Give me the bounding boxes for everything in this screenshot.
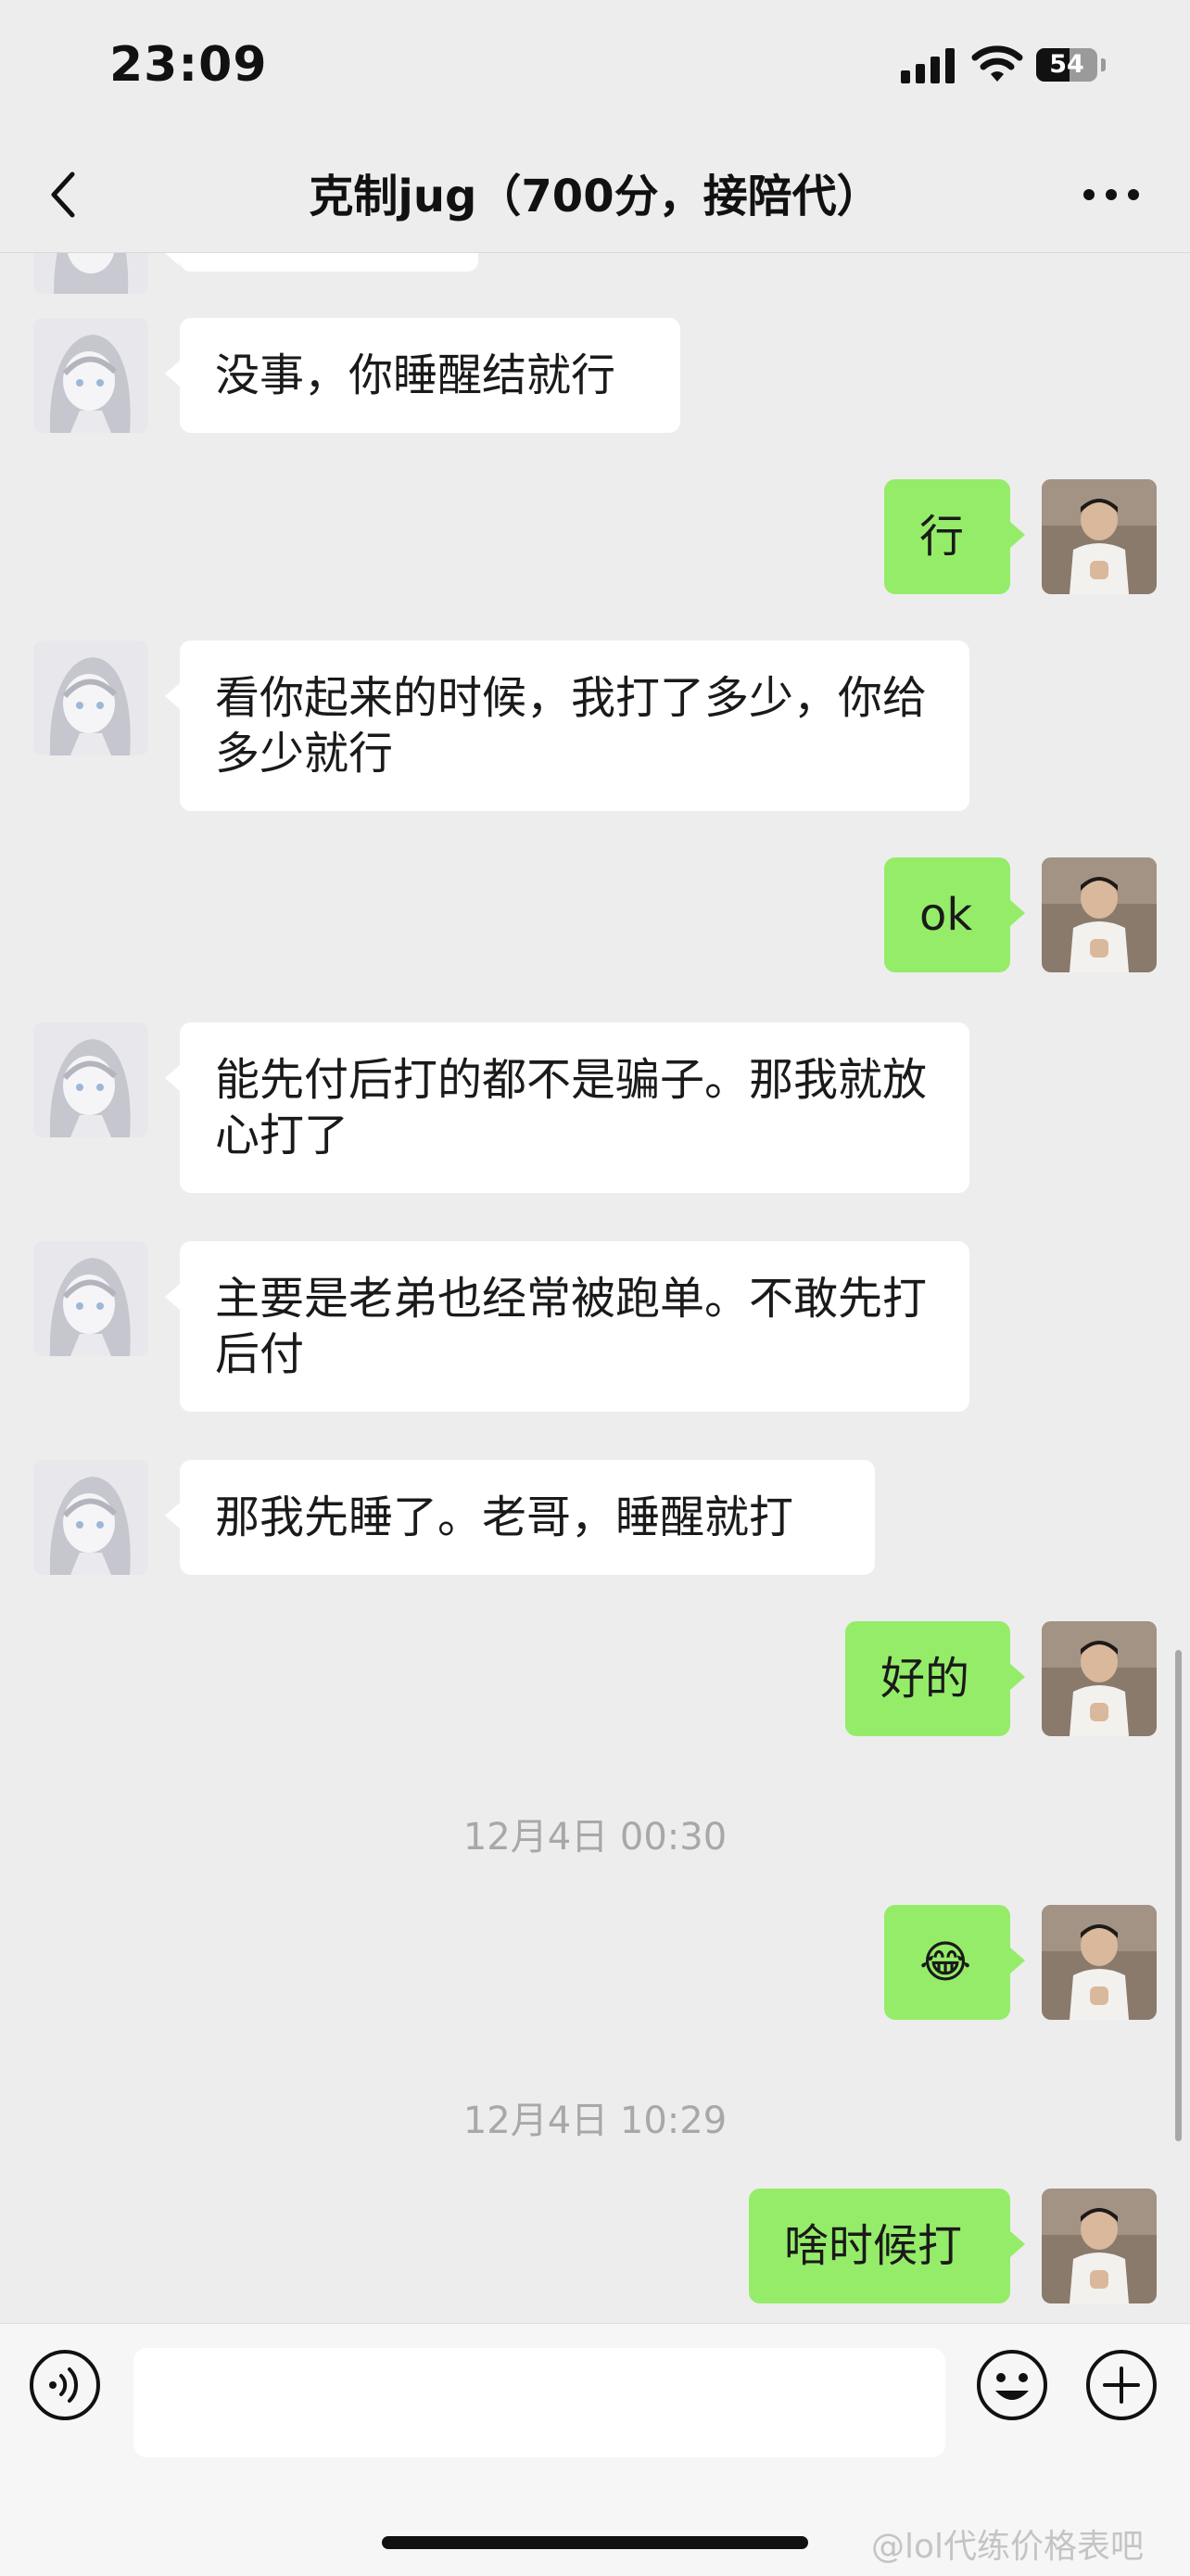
wifi-icon xyxy=(971,45,1023,82)
back-icon[interactable] xyxy=(37,167,93,222)
contact-avatar[interactable] xyxy=(33,641,148,755)
message-text: 没事，你睡醒结就行 xyxy=(215,349,616,401)
user-avatar[interactable] xyxy=(1042,1621,1157,1736)
message-bubble-incoming[interactable] xyxy=(165,253,478,272)
battery-percentage: 54 xyxy=(1049,50,1084,79)
message-text: 看你起来的时候，我打了多少，你给多少就行 xyxy=(215,672,928,780)
message-bubble-incoming[interactable]: 主要是老弟也经常被跑单。不敢先打后付 xyxy=(165,1241,969,1412)
message-text: ok xyxy=(919,889,973,941)
voice-icon[interactable] xyxy=(28,2348,102,2422)
user-avatar[interactable] xyxy=(1042,2189,1157,2303)
contact-avatar[interactable] xyxy=(33,253,148,294)
contact-avatar[interactable] xyxy=(33,1460,148,1575)
message-list[interactable]: 没事，你睡醒结就行 行 看你起来的时候，我打了多少，你给多少就行 ok 能先付后… xyxy=(0,253,1190,2323)
battery-cap xyxy=(1101,58,1106,71)
message-bubble-incoming[interactable]: 没事，你睡醒结就行 xyxy=(165,318,680,433)
message-text: 那我先睡了。老哥，睡醒就打 xyxy=(215,1491,794,1543)
message-text: 主要是老弟也经常被跑单。不敢先打后付 xyxy=(215,1273,928,1380)
contact-avatar[interactable] xyxy=(33,318,148,433)
contact-avatar[interactable] xyxy=(33,1022,148,1137)
message-bubble-incoming[interactable]: 那我先睡了。老哥，睡醒就打 xyxy=(165,1460,875,1575)
message-bubble-outgoing[interactable]: ok xyxy=(884,857,1025,972)
user-avatar[interactable] xyxy=(1042,857,1157,972)
battery-icon: 54 xyxy=(1036,48,1097,82)
message-bubble-outgoing[interactable]: 行 xyxy=(884,479,1025,594)
message-timestamp: 12月4日 00:30 xyxy=(462,1816,728,1859)
message-text: 😂 xyxy=(919,1936,972,1988)
message-bubble-outgoing[interactable]: 啥时候打 xyxy=(749,2189,1025,2303)
message-bubble-outgoing[interactable]: 😂 xyxy=(884,1905,1025,2020)
message-timestamp: 12月4日 10:29 xyxy=(462,2100,728,2142)
status-time: 23:09 xyxy=(109,37,268,93)
user-avatar[interactable] xyxy=(1042,1905,1157,2020)
message-text: 好的 xyxy=(880,1653,970,1705)
message-text: 啥时候打 xyxy=(784,2220,963,2272)
watermark: @lol代练价格表吧 xyxy=(871,2528,1145,2566)
chat-header: 克制jug（700分，接陪代） xyxy=(0,139,1190,253)
user-avatar[interactable] xyxy=(1042,479,1157,594)
contact-avatar[interactable] xyxy=(33,1241,148,1356)
message-bubble-incoming[interactable]: 看你起来的时候，我打了多少，你给多少就行 xyxy=(165,641,969,811)
message-text: 行 xyxy=(919,511,965,563)
message-bubble-incoming[interactable]: 能先付后打的都不是骗子。那我就放心打了 xyxy=(165,1022,969,1193)
more-icon[interactable] xyxy=(1079,171,1144,219)
emoji-icon[interactable] xyxy=(975,2348,1049,2422)
scrollbar[interactable] xyxy=(1175,1650,1182,2141)
message-bubble-outgoing[interactable]: 好的 xyxy=(845,1621,1025,1736)
message-input[interactable] xyxy=(133,2348,945,2457)
cellular-signal-icon xyxy=(901,48,956,83)
status-bar: 23:09 54 xyxy=(0,0,1190,139)
message-text: 能先付后打的都不是骗子。那我就放心打了 xyxy=(215,1054,928,1161)
chat-title: 克制jug（700分，接陪代） xyxy=(309,171,881,222)
add-icon[interactable] xyxy=(1084,2348,1158,2422)
home-indicator xyxy=(382,2536,808,2549)
